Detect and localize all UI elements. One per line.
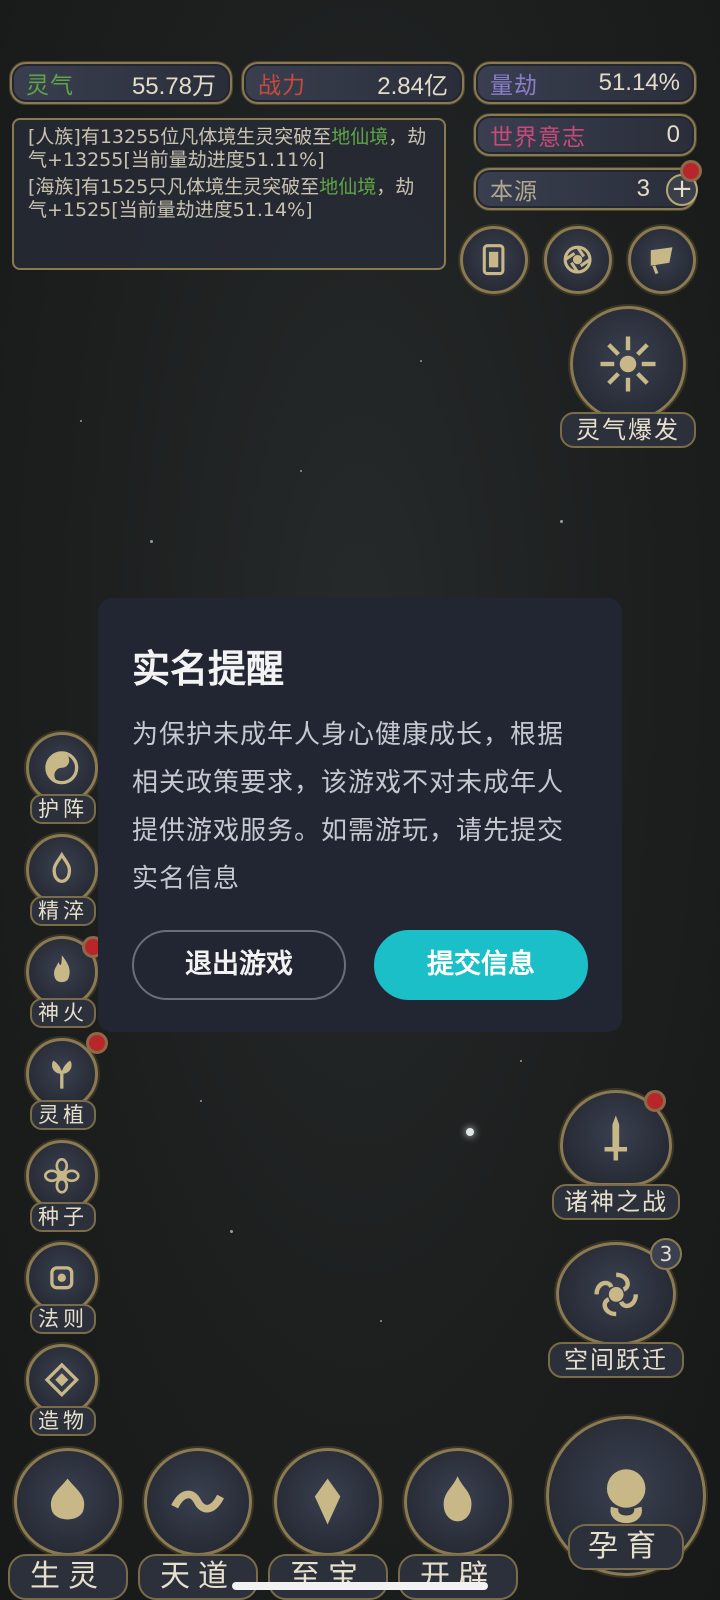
dialog-message: 为保护未成年人身心健康成长，根据相关政策要求，该游戏不对未成年人提供游戏服务。如… bbox=[132, 720, 565, 894]
bottom-button-shengling[interactable]: 生灵 bbox=[8, 1448, 128, 1600]
side-button-label: 造物 bbox=[30, 1406, 96, 1436]
notification-dot bbox=[86, 1032, 108, 1054]
phoenix-icon bbox=[14, 1448, 122, 1556]
burst-label: 灵气爆发 bbox=[560, 412, 696, 448]
jump-label: 空间跃迁 bbox=[548, 1342, 684, 1378]
bottom-button-label: 天道 bbox=[138, 1554, 258, 1600]
stat-benyuan[interactable]: 本源 3 + bbox=[474, 168, 698, 210]
stat-liangjie-value: 51.14% bbox=[598, 69, 680, 96]
war-button[interactable]: 诸神之战 bbox=[552, 1090, 680, 1222]
notification-dot bbox=[680, 160, 702, 182]
bottom-button-zhibao[interactable]: 至宝 bbox=[268, 1448, 388, 1600]
side-button-huzhen[interactable]: 护阵 bbox=[22, 732, 104, 824]
stat-lingqi: 灵气 55.78万 bbox=[10, 62, 232, 104]
exit-game-button[interactable]: 退出游戏 bbox=[132, 930, 346, 1000]
log-entry-highlight: 地仙境 bbox=[331, 126, 389, 148]
burst-icon bbox=[570, 306, 686, 422]
notification-dot bbox=[644, 1090, 666, 1112]
stat-lingqi-label: 灵气 bbox=[26, 73, 74, 99]
stat-shijie[interactable]: 世界意志 0 bbox=[474, 114, 696, 156]
bottom-button-label: 生灵 bbox=[8, 1554, 128, 1600]
event-log: [人族]有13255位凡体境生灵突破至地仙境，劫气+13255[当前量劫进度51… bbox=[12, 118, 446, 270]
flag-icon[interactable] bbox=[628, 226, 696, 294]
war-label: 诸神之战 bbox=[552, 1184, 680, 1220]
portal-icon[interactable] bbox=[544, 226, 612, 294]
submit-info-button[interactable]: 提交信息 bbox=[374, 930, 588, 1000]
log-entry: [人族]有13255位凡体境生灵突破至地仙境，劫气+13255[当前量劫进度51… bbox=[28, 126, 430, 172]
burst-button[interactable]: 灵气爆发 bbox=[560, 306, 696, 452]
bottom-button-kaipi[interactable]: 开辟 bbox=[398, 1448, 518, 1600]
side-button-shenhuo[interactable]: 神火 bbox=[22, 936, 104, 1028]
log-entry-text: [海族]有1525只凡体境生灵突破至 bbox=[28, 176, 320, 198]
stat-benyuan-value: 3 bbox=[636, 175, 650, 202]
side-button-label: 种子 bbox=[30, 1202, 96, 1232]
bottom-button-label: 开辟 bbox=[398, 1554, 518, 1600]
log-entry-text: [人族]有13255位凡体境生灵突破至 bbox=[28, 126, 332, 148]
side-button-zhongzi[interactable]: 种子 bbox=[22, 1140, 104, 1232]
jump-badge: 3 bbox=[650, 1238, 682, 1270]
side-button-label: 灵植 bbox=[30, 1100, 96, 1130]
treasure-icon bbox=[274, 1448, 382, 1556]
bottom-button-yunyu[interactable]: 孕育 bbox=[540, 1416, 712, 1600]
jump-button[interactable]: 3 空间跃迁 bbox=[548, 1238, 684, 1382]
blaze-icon bbox=[404, 1448, 512, 1556]
card-icon[interactable] bbox=[460, 226, 528, 294]
side-button-jingcui[interactable]: 精淬 bbox=[22, 834, 104, 926]
home-indicator[interactable] bbox=[232, 1582, 488, 1590]
side-button-label: 护阵 bbox=[30, 794, 96, 824]
stat-shijie-label: 世界意志 bbox=[490, 125, 586, 151]
stat-shijie-value: 0 bbox=[666, 121, 680, 148]
stat-benyuan-label: 本源 bbox=[490, 179, 538, 205]
side-button-lingzhi[interactable]: 灵植 bbox=[22, 1032, 108, 1130]
log-entry-highlight: 地仙境 bbox=[319, 176, 377, 198]
side-button-faze[interactable]: 法则 bbox=[22, 1242, 104, 1334]
stat-zhanli-label: 战力 bbox=[258, 73, 306, 99]
dialog-title: 实名提醒 bbox=[132, 647, 285, 691]
stat-lingqi-value: 55.78万 bbox=[131, 72, 216, 100]
side-button-label: 法则 bbox=[30, 1304, 96, 1334]
log-entry: [海族]有1525只凡体境生灵突破至地仙境，劫气+1525[当前量劫进度51.1… bbox=[28, 176, 430, 222]
wave-icon bbox=[144, 1448, 252, 1556]
side-button-label: 精淬 bbox=[30, 896, 96, 926]
realname-dialog: 实名提醒 为保护未成年人身心健康成长，根据相关政策要求，该游戏不对未成年人提供游… bbox=[98, 598, 622, 1032]
side-button-label: 神火 bbox=[30, 998, 96, 1028]
bottom-button-tiandao[interactable]: 天道 bbox=[138, 1448, 258, 1600]
stat-zhanli: 战力 2.84亿 bbox=[242, 62, 464, 104]
stat-liangjie[interactable]: 量劫 51.14% bbox=[474, 62, 696, 104]
bottom-button-label: 至宝 bbox=[268, 1554, 388, 1600]
stat-liangjie-label: 量劫 bbox=[490, 73, 538, 99]
stat-zhanli-value: 2.84亿 bbox=[377, 72, 448, 100]
bottom-button-label: 孕育 bbox=[568, 1524, 684, 1570]
side-button-zaowu[interactable]: 造物 bbox=[22, 1344, 104, 1436]
